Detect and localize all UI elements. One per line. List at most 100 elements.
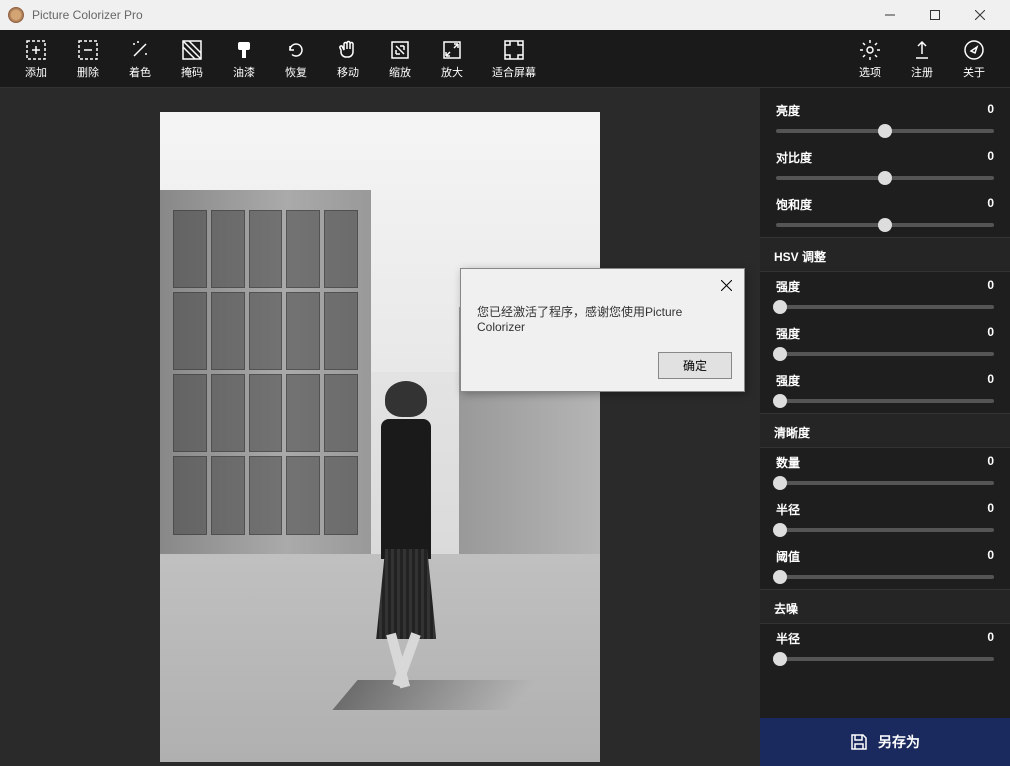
tool-register[interactable]: 注册 xyxy=(896,34,948,84)
slider-value: 0 xyxy=(987,372,994,389)
save-icon xyxy=(850,733,868,751)
wand-icon xyxy=(128,38,152,62)
tool-paint[interactable]: 油漆 xyxy=(218,34,270,84)
dialog-ok-button[interactable]: 确定 xyxy=(658,352,732,379)
app-icon xyxy=(8,7,24,23)
dialog-close-button[interactable] xyxy=(716,275,736,295)
slider-track[interactable] xyxy=(776,305,994,309)
slider-hsv-2: 强度 0 xyxy=(760,366,1010,413)
slider-basic-2: 饱和度 0 xyxy=(760,190,1010,237)
tool-delete[interactable]: 删除 xyxy=(62,34,114,84)
section-denoise: 去噪 xyxy=(760,589,1010,624)
titlebar: Picture Colorizer Pro xyxy=(0,0,1010,30)
slider-thumb[interactable] xyxy=(773,652,787,666)
slider-track[interactable] xyxy=(776,352,994,356)
slider-value: 0 xyxy=(987,278,994,295)
slider-track[interactable] xyxy=(776,176,994,180)
slider-thumb[interactable] xyxy=(878,171,892,185)
tool-label: 注册 xyxy=(911,64,933,80)
add-icon xyxy=(24,38,48,62)
section-hsv: HSV 调整 xyxy=(760,237,1010,272)
slider-denoise-0: 半径 0 xyxy=(760,624,1010,671)
slider-value: 0 xyxy=(987,454,994,471)
expand-icon xyxy=(440,38,464,62)
section-sharp: 清晰度 xyxy=(760,413,1010,448)
slider-thumb[interactable] xyxy=(878,124,892,138)
tool-label: 着色 xyxy=(129,64,151,80)
slider-hsv-0: 强度 0 xyxy=(760,272,1010,319)
mask-icon xyxy=(180,38,204,62)
tool-zoom[interactable]: 缩放 xyxy=(374,34,426,84)
tool-colorize[interactable]: 着色 xyxy=(114,34,166,84)
tool-options[interactable]: 选项 xyxy=(844,34,896,84)
tool-label: 缩放 xyxy=(389,64,411,80)
slider-track[interactable] xyxy=(776,129,994,133)
activation-dialog: 您已经激活了程序，感谢您使用Picture Colorizer 确定 xyxy=(460,268,745,392)
tool-zoomin[interactable]: 放大 xyxy=(426,34,478,84)
tool-label: 放大 xyxy=(441,64,463,80)
save-as-button[interactable]: 另存为 xyxy=(760,718,1010,766)
close-button[interactable] xyxy=(957,0,1002,30)
save-label: 另存为 xyxy=(878,732,920,752)
tool-add[interactable]: 添加 xyxy=(10,34,62,84)
main-area: 亮度 0 对比度 0 饱和度 0 HSV 调整 强度 0 强度 xyxy=(0,88,1010,766)
panel-scroll[interactable]: 亮度 0 对比度 0 饱和度 0 HSV 调整 强度 0 强度 xyxy=(760,88,1010,718)
slider-value: 0 xyxy=(987,149,994,166)
slider-value: 0 xyxy=(987,548,994,565)
undo-icon xyxy=(284,38,308,62)
tool-about[interactable]: 关于 xyxy=(948,34,1000,84)
dialog-message: 您已经激活了程序，感谢您使用Picture Colorizer xyxy=(461,295,744,352)
slider-label: 半径 xyxy=(776,630,800,647)
maximize-button[interactable] xyxy=(912,0,957,30)
tool-label: 删除 xyxy=(77,64,99,80)
toolbar: 添加删除 着色 掩码 油漆 恢复 移动 缩放 放大适合屏幕 选项 注册关于 xyxy=(0,30,1010,88)
slider-thumb[interactable] xyxy=(773,570,787,584)
tool-label: 选项 xyxy=(859,64,881,80)
slider-thumb[interactable] xyxy=(878,218,892,232)
slider-label: 半径 xyxy=(776,501,800,518)
compass-icon xyxy=(962,38,986,62)
window-title: Picture Colorizer Pro xyxy=(32,8,867,22)
side-panel: 亮度 0 对比度 0 饱和度 0 HSV 调整 强度 0 强度 xyxy=(760,88,1010,766)
delete-icon xyxy=(76,38,100,62)
tool-fit[interactable]: 适合屏幕 xyxy=(478,34,550,84)
tool-restore[interactable]: 恢复 xyxy=(270,34,322,84)
slider-track[interactable] xyxy=(776,223,994,227)
slider-sharp-1: 半径 0 xyxy=(760,495,1010,542)
slider-value: 0 xyxy=(987,630,994,647)
gear-icon xyxy=(858,38,882,62)
slider-label: 强度 xyxy=(776,325,800,342)
window-controls xyxy=(867,0,1002,30)
tool-mask[interactable]: 掩码 xyxy=(166,34,218,84)
slider-thumb[interactable] xyxy=(773,300,787,314)
slider-thumb[interactable] xyxy=(773,523,787,537)
slider-label: 对比度 xyxy=(776,149,812,166)
paint-icon xyxy=(232,38,256,62)
slider-label: 强度 xyxy=(776,278,800,295)
zoom-icon xyxy=(388,38,412,62)
slider-thumb[interactable] xyxy=(773,476,787,490)
slider-track[interactable] xyxy=(776,657,994,661)
slider-value: 0 xyxy=(987,325,994,342)
slider-label: 阈值 xyxy=(776,548,800,565)
tool-move[interactable]: 移动 xyxy=(322,34,374,84)
slider-track[interactable] xyxy=(776,528,994,532)
slider-thumb[interactable] xyxy=(773,394,787,408)
image-canvas xyxy=(160,112,600,762)
slider-basic-1: 对比度 0 xyxy=(760,143,1010,190)
slider-thumb[interactable] xyxy=(773,347,787,361)
slider-label: 数量 xyxy=(776,454,800,471)
tool-label: 油漆 xyxy=(233,64,255,80)
slider-track[interactable] xyxy=(776,575,994,579)
canvas-area[interactable] xyxy=(0,88,760,766)
slider-hsv-1: 强度 0 xyxy=(760,319,1010,366)
slider-value: 0 xyxy=(987,501,994,518)
slider-label: 饱和度 xyxy=(776,196,812,213)
minimize-button[interactable] xyxy=(867,0,912,30)
slider-label: 强度 xyxy=(776,372,800,389)
tool-label: 移动 xyxy=(337,64,359,80)
tool-label: 恢复 xyxy=(285,64,307,80)
tool-label: 掩码 xyxy=(181,64,203,80)
slider-track[interactable] xyxy=(776,399,994,403)
slider-track[interactable] xyxy=(776,481,994,485)
